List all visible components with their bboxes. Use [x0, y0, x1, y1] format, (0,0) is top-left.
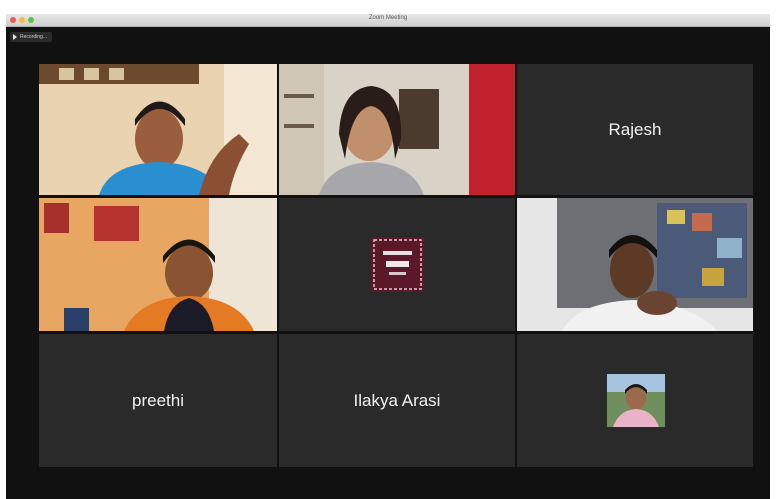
- participant-video: [517, 198, 753, 331]
- participant-tile-3[interactable]: Rajesh: [517, 64, 753, 195]
- participant-name: preethi: [132, 390, 184, 410]
- window-titlebar: Zoom Meeting: [6, 14, 770, 27]
- participant-video: [39, 198, 277, 331]
- participant-video: [39, 64, 277, 195]
- participant-tile-8[interactable]: Ilakya Arasi: [279, 334, 515, 467]
- participant-avatar: [371, 237, 424, 292]
- participant-tile-9[interactable]: [517, 334, 753, 467]
- meeting-window: Zoom Meeting Recording... Rajesh preethi…: [6, 14, 770, 499]
- participant-tile-5[interactable]: [279, 198, 515, 331]
- window-title: Zoom Meeting: [368, 15, 408, 21]
- participant-tile-4[interactable]: [39, 198, 277, 331]
- participant-name: Ilakya Arasi: [353, 390, 441, 410]
- participant-name: Rajesh: [608, 119, 662, 139]
- participant-tile-1[interactable]: [39, 64, 277, 195]
- recording-indicator[interactable]: Recording...: [10, 32, 52, 42]
- participant-tile-7[interactable]: preethi: [39, 334, 277, 467]
- participant-tile-6[interactable]: [517, 198, 753, 331]
- participant-avatar: [607, 374, 665, 427]
- participant-tile-2[interactable]: [279, 64, 515, 195]
- play-record-icon: [13, 34, 17, 40]
- participant-video: [279, 64, 515, 195]
- recording-label: Recording...: [20, 34, 47, 40]
